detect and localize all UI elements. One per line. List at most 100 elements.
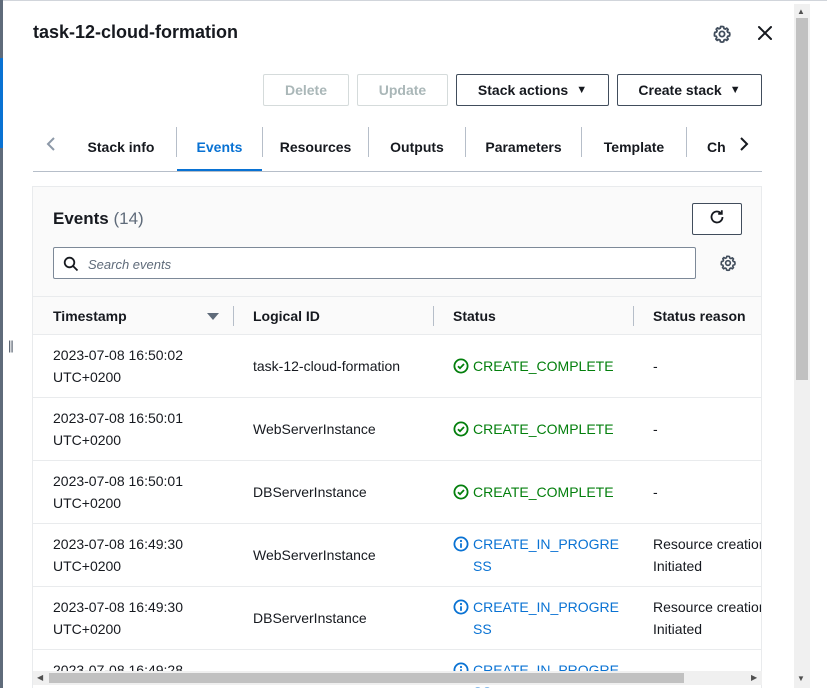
timestamp-zone: UTC+0200	[53, 558, 122, 574]
stack-actions-dropdown[interactable]: Stack actions ▼	[456, 74, 609, 106]
timestamp-date: 2023-07-08 16:49:30	[53, 599, 183, 615]
status-text: CREATE_IN_PROGRESS	[473, 599, 619, 637]
refresh-button[interactable]	[692, 203, 742, 235]
timestamp-cell: 2023-07-08 16:50:01 UTC+0200	[53, 407, 223, 451]
table-header: Timestamp Logical ID Status Status reaso…	[33, 296, 761, 335]
status-cell: CREATE_IN_PROGRESS	[453, 596, 623, 640]
col-status[interactable]: Status	[453, 308, 496, 324]
status-reason-cell: -	[653, 355, 761, 377]
resize-handle[interactable]: ||	[8, 338, 14, 353]
status-reason-line: -	[653, 484, 658, 500]
col-divider[interactable]	[233, 306, 234, 326]
status-text: CREATE_COMPLETE	[473, 358, 614, 374]
settings-icon[interactable]	[712, 24, 732, 44]
status-text: CREATE_IN_PROGRESS	[473, 536, 619, 574]
status-cell: CREATE_COMPLETE	[453, 355, 623, 377]
status-text: CREATE_COMPLETE	[473, 421, 614, 437]
status-reason-line: Resource creation	[653, 536, 762, 552]
tab-label: Parameters	[485, 138, 562, 155]
search-icon	[63, 256, 79, 272]
timestamp-date: 2023-07-08 16:50:01	[53, 473, 183, 489]
tab-bar: Stack info Events Resources Outputs Para…	[33, 122, 762, 172]
col-divider[interactable]	[433, 306, 434, 326]
refresh-icon	[708, 208, 726, 231]
timestamp-cell: 2023-07-08 16:50:01 UTC+0200	[53, 470, 223, 514]
tab-events[interactable]: Events	[177, 122, 262, 171]
caret-down-icon: ▼	[729, 84, 741, 96]
status-info-icon	[453, 599, 469, 615]
col-divider[interactable]	[633, 306, 634, 326]
tab-template[interactable]: Template	[582, 122, 686, 171]
tab-divider	[686, 127, 687, 157]
tab-resources[interactable]: Resources	[263, 122, 368, 171]
status-reason-cell: -	[653, 481, 761, 503]
table-row: 2023-07-08 16:50:02 UTC+0200 task-12-clou…	[33, 335, 761, 398]
logical-id-cell: task-12-cloud-formation	[253, 358, 401, 374]
vertical-scrollbar-thumb[interactable]	[796, 18, 808, 380]
scroll-down-icon[interactable]: ▼	[797, 674, 805, 683]
timestamp-zone: UTC+0200	[53, 369, 122, 385]
tab-stack-info[interactable]: Stack info	[66, 122, 176, 171]
logical-id-cell: DBServerInstance	[253, 484, 367, 500]
events-count: (14)	[113, 209, 144, 228]
events-heading: Events (14)	[53, 209, 144, 229]
status-cell: CREATE_COMPLETE	[453, 481, 623, 503]
col-logical-id[interactable]: Logical ID	[253, 308, 320, 324]
vertical-scrollbar[interactable]: ▲ ▼	[794, 4, 810, 688]
timestamp-date: 2023-07-08 16:50:02	[53, 347, 183, 363]
scroll-up-icon[interactable]: ▲	[797, 7, 805, 16]
left-edge-highlight	[0, 58, 3, 148]
update-button-label: Update	[378, 82, 427, 98]
chevron-right-icon[interactable]	[732, 132, 756, 156]
tab-strip: Stack info Events Resources Outputs Para…	[66, 122, 726, 171]
preferences-icon[interactable]	[719, 254, 737, 272]
status-reason-line: Initiated	[653, 558, 703, 574]
status-cell: CREATE_IN_PROGRESS	[453, 533, 623, 577]
search-events-field[interactable]	[53, 247, 696, 279]
update-button[interactable]: Update	[357, 74, 448, 106]
delete-button[interactable]: Delete	[263, 74, 349, 106]
panel-title: task-12-cloud-formation	[33, 22, 239, 42]
close-icon[interactable]	[756, 24, 774, 42]
horizontal-scrollbar[interactable]: ◀ ▶	[33, 671, 762, 685]
scroll-left-icon[interactable]: ◀	[37, 673, 43, 682]
timestamp-zone: UTC+0200	[53, 495, 122, 511]
status-success-icon	[453, 484, 469, 500]
status-reason-line: Resource creation	[653, 599, 762, 615]
status-success-icon	[453, 358, 469, 374]
timestamp-cell: 2023-07-08 16:49:30 UTC+0200	[53, 533, 223, 577]
tab-parameters[interactable]: Parameters	[466, 122, 581, 171]
chevron-left-icon[interactable]	[39, 132, 63, 156]
timestamp-date: 2023-07-08 16:50:01	[53, 410, 183, 426]
tab-label: Events	[196, 138, 243, 155]
create-stack-dropdown[interactable]: Create stack ▼	[617, 74, 762, 106]
events-table-body: 2023-07-08 16:50:02 UTC+0200 task-12-clou…	[33, 335, 762, 688]
status-reason-cell: Resource creation Initiated	[653, 596, 762, 640]
tab-outputs[interactable]: Outputs	[369, 122, 465, 171]
col-timestamp[interactable]: Timestamp	[53, 308, 127, 324]
caret-down-icon: ▼	[576, 84, 588, 96]
timestamp-date: 2023-07-08 16:49:30	[53, 536, 183, 552]
status-reason-line: -	[653, 358, 658, 374]
table-row: 2023-07-08 16:50:01 UTC+0200 DBServerInst…	[33, 461, 761, 524]
status-cell: CREATE_COMPLETE	[453, 418, 623, 440]
create-stack-label: Create stack	[638, 82, 722, 98]
tab-label: Template	[603, 138, 665, 155]
horizontal-scrollbar-thumb[interactable]	[49, 673, 684, 683]
stack-actions-label: Stack actions	[477, 82, 569, 98]
sort-icon[interactable]	[207, 313, 219, 320]
tab-change-sets[interactable]: Cha	[707, 122, 726, 171]
timestamp-cell: 2023-07-08 16:49:30 UTC+0200	[53, 596, 223, 640]
left-edge-bar	[0, 0, 3, 688]
scroll-right-icon[interactable]: ▶	[751, 673, 757, 682]
delete-button-label: Delete	[284, 82, 328, 98]
table-row: 2023-07-08 16:49:30 UTC+0200 WebServerIns…	[33, 524, 762, 587]
col-status-reason[interactable]: Status reason	[653, 308, 746, 324]
status-info-icon	[453, 536, 469, 552]
tab-label: Cha	[707, 138, 726, 155]
timestamp-zone: UTC+0200	[53, 621, 122, 637]
logical-id-cell: WebServerInstance	[253, 421, 376, 437]
search-input[interactable]	[86, 252, 650, 276]
timestamp-cell: 2023-07-08 16:50:02 UTC+0200	[53, 344, 223, 388]
tab-label: Outputs	[390, 138, 444, 155]
